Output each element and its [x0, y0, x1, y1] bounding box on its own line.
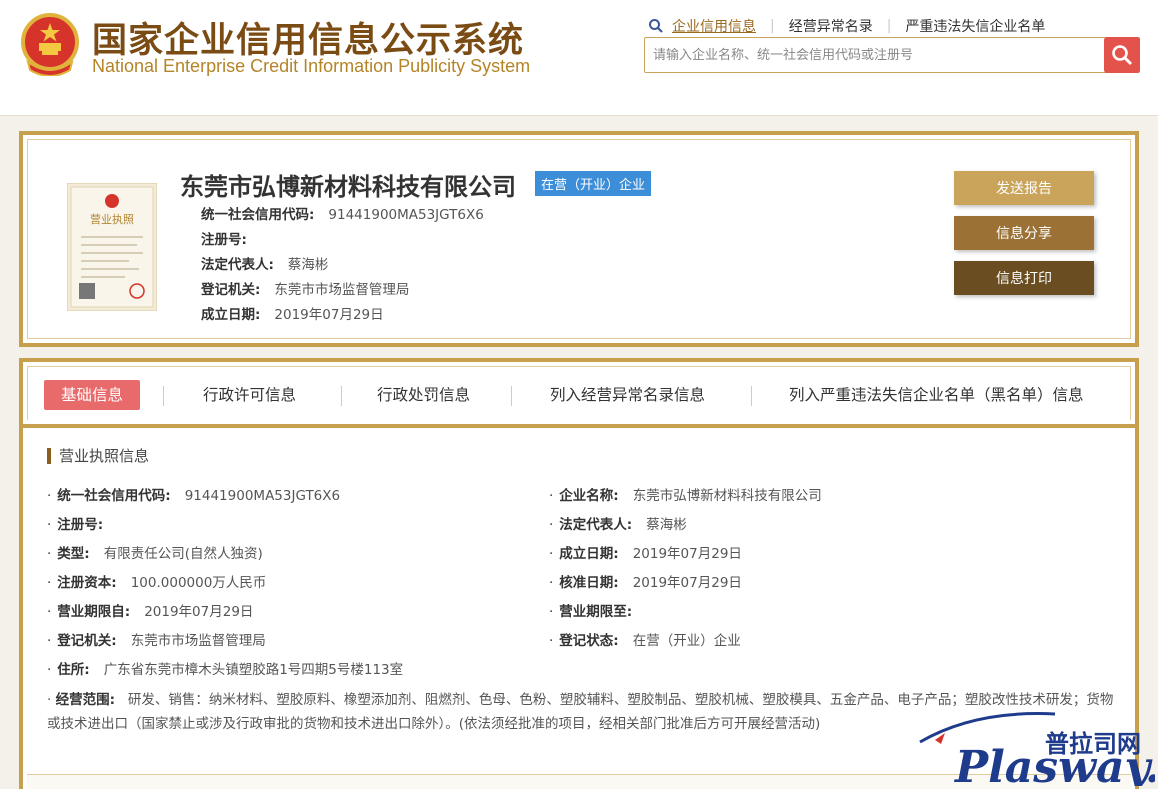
business-license-thumbnail: 营业执照	[67, 183, 157, 311]
print-info-button[interactable]: 信息打印	[954, 261, 1094, 295]
section-title: 营业执照信息	[47, 448, 149, 464]
field-term-from: · 营业期限自: 2019年07月29日	[47, 604, 254, 620]
field-established: · 成立日期: 2019年07月29日	[549, 546, 742, 562]
send-report-button[interactable]: 发送报告	[954, 171, 1094, 205]
site-title-en: National Enterprise Credit Information P…	[92, 56, 531, 76]
company-name: 东莞市弘博新材料科技有限公司	[180, 173, 516, 201]
national-emblem-icon	[21, 13, 79, 76]
field-term-to: · 营业期限至:	[549, 604, 633, 620]
tab-admin-license[interactable]: 行政许可信息	[203, 380, 296, 410]
summary-row: 成立日期: 2019年07月29日	[201, 307, 384, 323]
field-company-name: · 企业名称: 东莞市弘博新材料科技有限公司	[549, 488, 822, 504]
company-summary-panel: 营业执照 东莞市弘博新材料科技有限公司 在营（开业）企业 统一社会信用代码: 91…	[19, 131, 1139, 347]
field-legal-rep: · 法定代表人: 蔡海彬	[549, 517, 687, 533]
field-type: · 类型: 有限责任公司(自然人独资)	[47, 546, 263, 562]
magnifier-icon	[1112, 45, 1133, 66]
site-header: 国家企业信用信息公示系统 National Enterprise Credit …	[0, 0, 1158, 116]
status-badge: 在营（开业）企业	[535, 171, 652, 196]
search-box	[644, 37, 1140, 73]
summary-row: 统一社会信用代码: 91441900MA53JGT6X6	[201, 207, 484, 223]
summary-row: 法定代表人: 蔡海彬	[201, 257, 329, 273]
tab-basic-info[interactable]: 基础信息	[44, 380, 141, 410]
search-button[interactable]	[1104, 37, 1140, 73]
summary-row: 注册号:	[201, 232, 247, 248]
field-address: · 住所: 广东省东莞市樟木头镇塑胶路1号四期5号楼113室	[47, 662, 404, 678]
tab-divider	[163, 386, 164, 406]
plasway-watermark-logo: Plasway.com 普拉司网	[919, 712, 1155, 786]
field-credit-code: · 统一社会信用代码: 91441900MA53JGT6X6	[47, 488, 341, 504]
summary-row: 登记机关: 东莞市市场监督管理局	[201, 282, 410, 298]
tab-bar: 基础信息 行政许可信息 行政处罚信息 列入经营异常名录信息 列入严重违法失信企业…	[23, 362, 1135, 428]
tab-blacklist[interactable]: 列入严重违法失信企业名单（黑名单）信息	[789, 380, 1084, 410]
nav-abnormal-list[interactable]: 经营异常名录	[789, 16, 873, 36]
search-icon	[649, 19, 663, 33]
svg-text:营业执照: 营业执照	[90, 212, 134, 226]
field-authority: · 登记机关: 东莞市市场监督管理局	[47, 633, 266, 649]
field-reg-status: · 登记状态: 在营（开业）企业	[549, 633, 741, 649]
tab-divider	[511, 386, 512, 406]
search-input[interactable]	[653, 38, 1093, 72]
tab-divider	[341, 386, 342, 406]
field-reg-no: · 注册号:	[47, 517, 104, 533]
summary-info: 统一社会信用代码: 91441900MA53JGT6X6 注册号: 法定代表人: 蔡…	[201, 203, 484, 328]
tab-abnormal-list[interactable]: 列入经营异常名录信息	[550, 380, 705, 410]
nav-credit-info[interactable]: 企业信用信息	[672, 16, 756, 36]
tab-divider	[751, 386, 752, 406]
field-approved: · 核准日期: 2019年07月29日	[549, 575, 742, 591]
nav-divider: |	[770, 18, 775, 34]
nav-blacklist[interactable]: 严重违法失信企业名单	[905, 16, 1045, 36]
nav-divider: |	[886, 18, 892, 34]
top-nav: 企业信用信息 | 经营异常名录 | 严重违法失信企业名单	[648, 16, 1045, 36]
tab-admin-penalty[interactable]: 行政处罚信息	[377, 380, 470, 410]
watermark-cn: 普拉司网	[1045, 730, 1141, 758]
field-capital: · 注册资本: 100.000000万人民币	[47, 575, 267, 591]
share-info-button[interactable]: 信息分享	[954, 216, 1094, 250]
